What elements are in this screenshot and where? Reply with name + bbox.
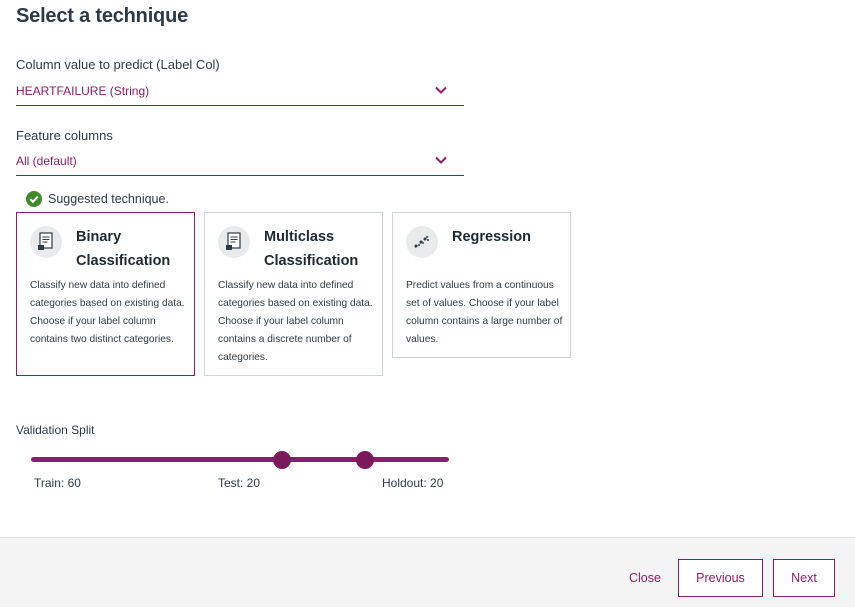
- technique-description: Classify new data into defined categorie…: [30, 280, 185, 345]
- train-test-handle[interactable]: [272, 451, 291, 469]
- technique-card-multiclass-classification[interactable]: Multiclass Classification Classify new d…: [204, 212, 383, 376]
- chevron-down-icon: [435, 156, 447, 164]
- technique-title-line1: Regression: [452, 229, 531, 245]
- slider-track[interactable]: [31, 457, 449, 462]
- footer-bar: Close Previous Next: [0, 537, 855, 607]
- next-button[interactable]: Next: [773, 559, 835, 597]
- technique-title: Binary Classification: [76, 225, 188, 273]
- technique-title: Regression: [452, 225, 564, 249]
- technique-title-line2: Classification: [76, 253, 171, 269]
- validation-split-label: Validation Split: [16, 423, 95, 437]
- technique-title-line1: Binary: [76, 229, 122, 245]
- technique-title: Multiclass Classification: [264, 225, 376, 273]
- scatter-regression-icon: [406, 226, 438, 258]
- train-split-label: Train: 60: [34, 476, 81, 490]
- technique-description: Classify new data into defined categorie…: [218, 280, 373, 363]
- document-tag-icon: [218, 226, 250, 258]
- validation-split-slider[interactable]: [31, 450, 449, 470]
- feature-columns-value: All (default): [16, 154, 77, 168]
- technique-description: Predict values from a continuous set of …: [406, 280, 563, 345]
- test-holdout-handle[interactable]: [356, 451, 375, 469]
- label-column-label: Column value to predict (Label Col): [16, 57, 220, 72]
- close-button[interactable]: Close: [629, 571, 661, 585]
- label-column-value: HEARTFAILURE (String): [16, 84, 150, 98]
- technique-title-line2: Classification: [264, 253, 359, 269]
- checkmark-circle-icon: [26, 191, 42, 207]
- feature-columns-select[interactable]: All (default): [16, 150, 464, 176]
- suggested-technique-text: Suggested technique.: [48, 192, 169, 206]
- page-title: Select a technique: [16, 5, 189, 27]
- technique-card-binary-classification[interactable]: Binary Classification Classify new data …: [16, 212, 195, 376]
- feature-columns-label: Feature columns: [16, 128, 113, 143]
- technique-title-line1: Multiclass: [264, 229, 335, 245]
- label-column-select[interactable]: HEARTFAILURE (String): [16, 80, 464, 106]
- technique-card-regression[interactable]: Regression Predict values from a continu…: [392, 212, 571, 358]
- holdout-split-label: Holdout: 20: [382, 476, 444, 490]
- chevron-down-icon: [435, 86, 447, 94]
- document-tag-icon: [30, 226, 62, 258]
- test-split-label: Test: 20: [218, 476, 261, 490]
- suggested-technique-note: Suggested technique.: [26, 190, 169, 208]
- previous-button[interactable]: Previous: [678, 559, 763, 597]
